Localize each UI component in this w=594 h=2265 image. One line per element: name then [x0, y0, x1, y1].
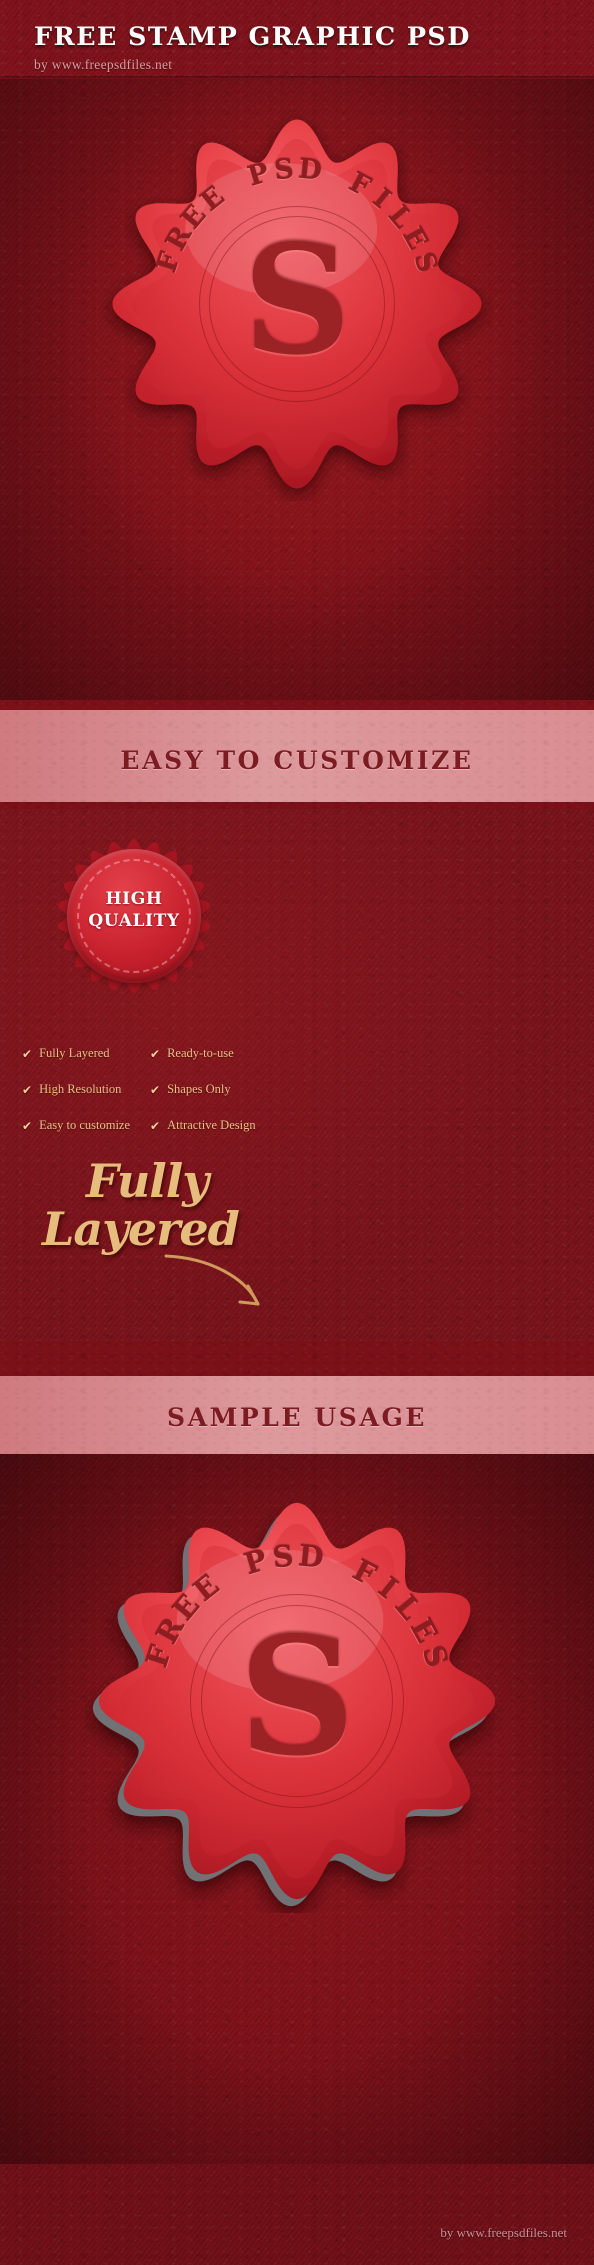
stamp-arc-letter: F	[347, 1552, 382, 1593]
features-section: HIGH QUALITY ✔ Fully Layered ✔ Ready-to-use…	[0, 809, 594, 1341]
banner-label: SAMPLE USAGE	[166, 1403, 428, 1432]
checklist-item: ✔ Attractive Design	[150, 1118, 297, 1133]
check-icon: ✔	[22, 1046, 33, 1061]
checklist-label: Shapes Only	[167, 1082, 231, 1096]
leather-grain	[0, 2164, 594, 2265]
checklist-label: Attractive Design	[167, 1118, 256, 1132]
checklist-item: ✔ Ready-to-use	[150, 1046, 297, 1061]
stamp-arc-letter: P	[240, 1542, 271, 1582]
banner-sample-usage: SAMPLE USAGE	[0, 1341, 594, 1454]
page-title: FREE STAMP GRAPHIC PSD	[34, 22, 471, 52]
stamp-arc-letter: D	[296, 153, 324, 187]
banner-label: EASY TO CUSTOMIZE	[120, 746, 474, 775]
badge-text: HIGH QUALITY	[54, 888, 214, 932]
usage-stamp: FREEPSDFILES S	[85, 1489, 509, 1913]
stamp-arc-letter: S	[270, 1538, 296, 1575]
stamp-monogram: S	[238, 1602, 356, 1793]
checklist-item: ✔ High Resolution	[22, 1082, 150, 1097]
checklist-label: Ready-to-use	[167, 1046, 234, 1060]
checklist-label: Fully Layered	[39, 1046, 110, 1060]
feature-checklist: ✔ Fully Layered ✔ Ready-to-use ✔ High Resolut…	[22, 1046, 297, 1133]
stamp-monogram: S	[242, 212, 352, 389]
hero-stamp: FREEPSDFILES S	[100, 107, 494, 501]
checklist-item: ✔ Shapes Only	[150, 1082, 297, 1097]
badge-line-1: HIGH	[105, 889, 163, 909]
stamp-arc-letter: S	[415, 1640, 455, 1672]
check-icon: ✔	[150, 1082, 161, 1097]
footer-credit: by www.freepsdfiles.net	[440, 2225, 567, 2240]
stamp-arc-letter: P	[244, 157, 273, 193]
high-quality-badge: HIGH QUALITY	[54, 836, 214, 996]
stamp-arc-letter: S	[272, 153, 296, 187]
banner-easy-to-customize: EASY TO CUSTOMIZE	[0, 700, 594, 809]
stamp-arc-letter: F	[343, 166, 376, 204]
badge-line-2: QUALITY	[88, 911, 180, 931]
hero-section: FREEPSDFILES S	[0, 79, 594, 700]
fully-layered-script: Fully Layered	[30, 1154, 270, 1306]
stamp-arc-letter: D	[296, 1538, 326, 1575]
check-icon: ✔	[150, 1046, 161, 1061]
check-icon: ✔	[150, 1118, 161, 1133]
check-icon: ✔	[22, 1082, 33, 1097]
checklist-label: Easy to customize	[39, 1118, 131, 1132]
check-icon: ✔	[22, 1118, 33, 1133]
sample-usage-section: FREEPSDFILES S	[0, 1454, 594, 2164]
checklist-item: ✔ Fully Layered	[22, 1046, 150, 1061]
page-header: FREE STAMP GRAPHIC PSD by www.freepsdfil…	[0, 0, 594, 79]
script-line-2: Layered	[42, 1202, 240, 1256]
curved-arrow-icon	[164, 1254, 260, 1306]
stamp-arc-letter: S	[407, 248, 443, 277]
script-line-1: Fully	[86, 1154, 209, 1208]
checklist-label: High Resolution	[39, 1082, 122, 1096]
page-footer: by www.freepsdfiles.net	[0, 2164, 594, 2265]
leather-texture	[0, 2164, 594, 2265]
checklist-item: ✔ Easy to customize	[22, 1118, 150, 1133]
page-subtitle: by www.freepsdfiles.net	[34, 57, 173, 72]
